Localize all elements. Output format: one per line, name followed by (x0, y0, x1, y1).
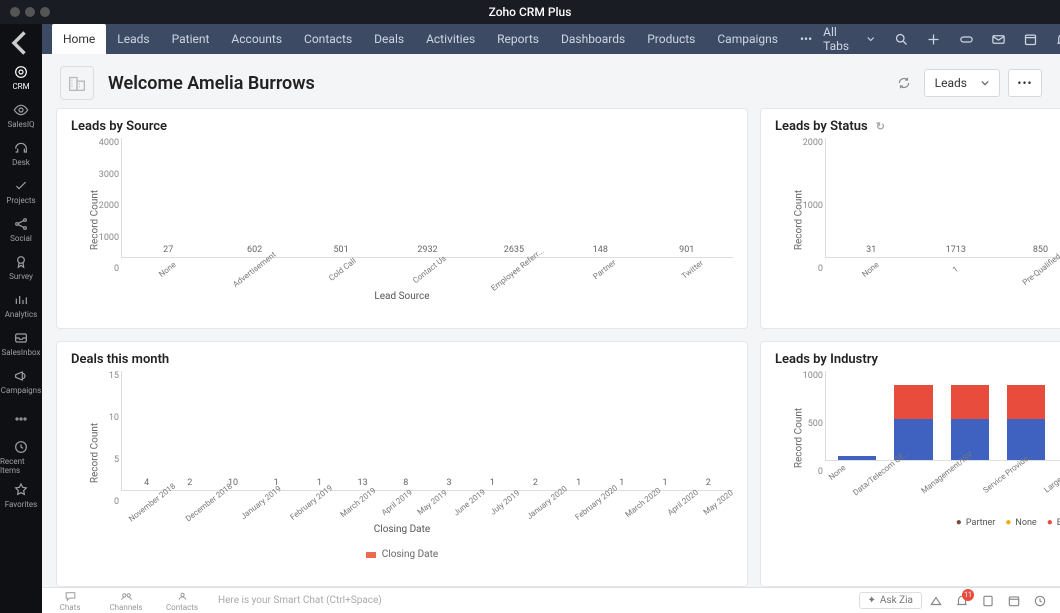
rail-item-recent items[interactable]: Recent Items (0, 438, 42, 476)
legend-item: Partner (956, 517, 996, 528)
rail-item-favorites[interactable]: Favorites (0, 476, 42, 514)
bottom-contacts[interactable]: Contacts (154, 590, 210, 612)
nav-tab-home[interactable]: Home (52, 24, 106, 54)
notifications-icon[interactable]: 11 (950, 589, 974, 613)
rail-item-salesiq[interactable]: SalesIQ (0, 96, 42, 134)
rail-item-projects[interactable]: Projects (0, 172, 42, 210)
rail-item-more[interactable] (0, 400, 42, 438)
all-tabs-dropdown[interactable]: All Tabs (823, 25, 874, 53)
note-icon[interactable] (976, 589, 1000, 613)
rail-item-analytics[interactable]: Analytics (0, 286, 42, 324)
search-icon[interactable] (888, 25, 914, 53)
gamepad-icon[interactable] (953, 25, 979, 53)
page-header: Welcome Amelia Burrows Leads ••• (42, 54, 1060, 108)
window-controls[interactable] (10, 7, 50, 17)
org-icon (60, 66, 94, 100)
more-actions-button[interactable]: ••• (1008, 69, 1042, 97)
clock-bottom-icon[interactable] (1028, 589, 1052, 613)
mail-icon[interactable] (985, 25, 1011, 53)
bell-icon[interactable] (1050, 25, 1060, 53)
bottom-bar: ChatsChannelsContacts Here is your Smart… (42, 587, 1060, 613)
rail-collapse-icon[interactable] (0, 30, 42, 56)
nav-tab-campaigns[interactable]: Campaigns (706, 24, 789, 54)
nav-tab-dashboards[interactable]: Dashboards (550, 24, 636, 54)
rail-item-survey[interactable]: Survey (0, 248, 42, 286)
card-title: Leads by Industry (775, 352, 878, 367)
view-dropdown[interactable]: Leads (924, 69, 1000, 97)
ask-zia-button[interactable]: ✦ Ask Zia (859, 592, 923, 609)
card-leads-by-source: Leads by Source Record Count400030002000… (56, 108, 748, 329)
nav-tab-activities[interactable]: Activities (415, 24, 486, 54)
bottom-chats[interactable]: Chats (42, 590, 98, 612)
card-deals-this-month: Deals this month Record Count15105042101… (56, 341, 748, 587)
nav-more[interactable]: ••• (789, 24, 823, 54)
refresh-icon[interactable] (892, 71, 916, 95)
deals-legend: Closing Date (71, 549, 733, 560)
nav-tab-reports[interactable]: Reports (486, 24, 550, 54)
rail-item-social[interactable]: Social (0, 210, 42, 248)
nav-tab-patient[interactable]: Patient (161, 24, 221, 54)
nav-tab-deals[interactable]: Deals (363, 24, 415, 54)
calendar-icon[interactable] (1017, 25, 1043, 53)
rail-item-salesinbox[interactable]: SalesInbox (0, 324, 42, 362)
legend-item: Employee Referral (1047, 517, 1060, 528)
card-refresh-icon[interactable]: ↻ (876, 120, 885, 133)
title-bar: Zoho CRM Plus (0, 0, 1060, 24)
left-rail: CRMSalesIQDeskProjectsSocialSurveyAnalyt… (0, 24, 42, 613)
plus-icon[interactable] (921, 25, 947, 53)
notification-badge: 11 (962, 589, 974, 601)
industry-legend: PartnerNoneEmployee ReferralContact-UsCo… (775, 517, 1060, 528)
rail-item-desk[interactable]: Desk (0, 134, 42, 172)
bottom-channels[interactable]: Channels (98, 590, 154, 612)
nav-tab-contacts[interactable]: Contacts (293, 24, 363, 54)
rail-item-campaigns[interactable]: Campaigns (0, 362, 42, 400)
rail-item-crm[interactable]: CRM (0, 58, 42, 96)
card-leads-by-status: Leads by Status ↻ Record Count2000100003… (760, 108, 1060, 329)
page-title: Welcome Amelia Burrows (108, 73, 315, 94)
card-title: Leads by Source (71, 119, 167, 134)
zia-icon[interactable] (924, 589, 948, 613)
nav-tab-products[interactable]: Products (636, 24, 706, 54)
card-title: Leads by Status (775, 119, 868, 134)
calendar-bottom-icon[interactable] (1002, 589, 1026, 613)
app-title: Zoho CRM Plus (489, 5, 572, 19)
nav-tab-leads[interactable]: Leads (106, 24, 160, 54)
card-leads-by-industry: Leads by Industry Record Count10005000No… (760, 341, 1060, 587)
top-nav: HomeLeadsPatientAccountsContactsDealsAct… (42, 24, 1060, 54)
card-title: Deals this month (71, 352, 169, 367)
nav-tab-accounts[interactable]: Accounts (220, 24, 293, 54)
legend-item: None (1005, 517, 1036, 528)
smart-chat-hint[interactable]: Here is your Smart Chat (Ctrl+Space) (210, 595, 859, 606)
